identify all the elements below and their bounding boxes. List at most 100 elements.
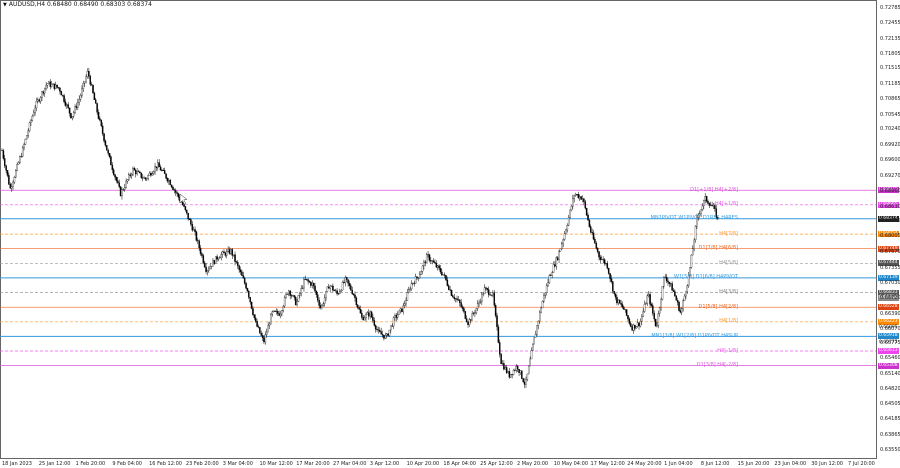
candle-body [441, 271, 443, 276]
candle-body [583, 198, 585, 202]
candle-body [28, 122, 31, 131]
level-label: H4[3/8] [719, 289, 738, 296]
candle-body [323, 297, 326, 304]
candle-body [172, 186, 174, 190]
candle-body [463, 308, 465, 312]
candle-body [194, 229, 196, 232]
candle-body [512, 370, 515, 375]
candle-body [395, 315, 398, 318]
candle-body [352, 293, 355, 296]
candle-body [362, 317, 365, 321]
candle-body [136, 171, 138, 175]
candle-body [199, 247, 202, 254]
candle-body [118, 182, 120, 187]
candle-body [277, 311, 279, 314]
candle-body [563, 233, 566, 240]
candle-body [16, 164, 18, 171]
candle-body [100, 119, 103, 127]
level-label: MN1[3/8] W1[2/8] D1PIVOT H4SUP [651, 332, 738, 339]
candle-body [658, 307, 661, 314]
candle-body [71, 116, 74, 119]
candle-body [686, 285, 689, 292]
candle-body [492, 292, 494, 296]
candle-body [288, 290, 290, 295]
candle-body [340, 289, 342, 292]
candle-body [436, 265, 439, 268]
price-chart[interactable] [0, 0, 900, 468]
candle-body [631, 326, 633, 331]
candle-body [525, 379, 527, 385]
candle-body [17, 162, 20, 165]
candle-body [195, 231, 198, 241]
candle-body [328, 286, 330, 289]
candle-body [403, 303, 406, 306]
candle-body [617, 299, 620, 304]
candle-body [430, 260, 432, 262]
candle-body [8, 175, 10, 185]
candle-body [173, 189, 176, 191]
candle-body [317, 294, 319, 301]
candle-body [414, 276, 417, 284]
candle-body [126, 179, 129, 182]
candle-body [591, 232, 593, 234]
candle-body [499, 342, 501, 355]
candle-body [209, 266, 211, 270]
candle-body [34, 107, 36, 113]
candle-body [115, 177, 118, 181]
level-label: D1[5/8] H4[2/8] [698, 303, 738, 310]
candle-body [128, 174, 130, 180]
candle-body [308, 281, 311, 283]
x-tick-label: 24 May 20:00 [627, 461, 662, 467]
candle-body [638, 322, 640, 327]
x-tick-label: 18 Jan 2023 [2, 461, 32, 467]
candle-body [249, 297, 251, 303]
candle-body [282, 305, 285, 311]
y-tick-label: 0.66720 [880, 294, 900, 301]
candle-body [248, 291, 250, 298]
triangle-down-icon[interactable]: ▼ [3, 2, 7, 8]
candle-body [283, 297, 286, 307]
candle-body [387, 333, 389, 336]
x-tick-label: 30 Jun 12:00 [811, 461, 843, 467]
candle-body [26, 135, 28, 140]
candle-body [425, 254, 428, 263]
candle-body [49, 81, 52, 87]
candle-body [685, 291, 687, 297]
candle-body [487, 289, 490, 295]
candle-body [661, 286, 664, 300]
candle-body [66, 104, 68, 106]
candle-body [483, 287, 486, 295]
candle-body [665, 276, 668, 282]
candle-body [314, 285, 316, 292]
candle-body [90, 84, 93, 86]
candle-body [515, 366, 518, 371]
candle-body [707, 201, 709, 204]
candle-body [13, 177, 16, 183]
level-label: H4[+1/8] [714, 201, 738, 208]
level-price-tag: 0.65613 [878, 348, 899, 354]
candle-body [267, 325, 269, 333]
candle-body [2, 150, 5, 159]
candle-body [630, 323, 632, 327]
chart-title-bar[interactable]: ▼ AUDUSD,H4 0.68480 0.68490 0.68303 0.683… [3, 1, 152, 8]
candle-body [121, 189, 123, 197]
candle-body [243, 278, 246, 284]
candle-body [539, 311, 541, 322]
candle-body [15, 170, 17, 178]
candle-body [198, 240, 200, 249]
x-tick-label: 10 Apr 20:00 [406, 461, 440, 467]
candle-body [170, 184, 173, 188]
x-tick-label: 2 May 20:00 [516, 461, 549, 467]
y-tick-label: 0.67030 [880, 280, 900, 287]
candle-body [376, 329, 378, 331]
candle-body [326, 286, 329, 292]
candle-body [289, 290, 291, 296]
candle-body [607, 268, 610, 274]
candle-body [208, 268, 210, 271]
level-label: H4[7/8] [719, 230, 738, 237]
candle-body [577, 194, 580, 198]
level-price-tag: 0.66528 [878, 304, 899, 311]
y-tick-label: 0.64505 [880, 401, 900, 408]
candle-body [202, 255, 205, 263]
candle-body [241, 271, 243, 276]
